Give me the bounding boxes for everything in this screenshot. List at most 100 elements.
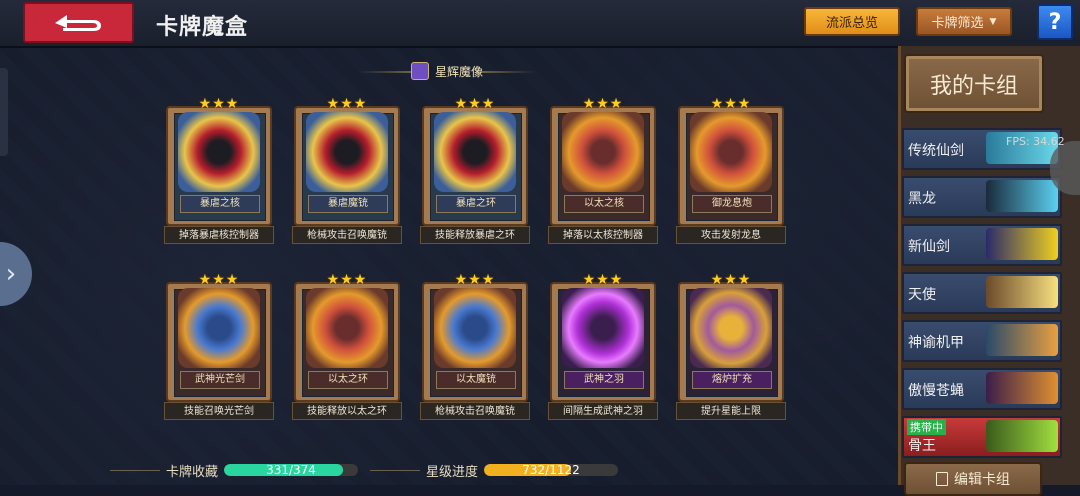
card-name: 暴虐之核 bbox=[180, 195, 260, 213]
card-description: 技能释放暴虐之环 bbox=[420, 226, 530, 244]
card-art bbox=[178, 288, 260, 368]
section-header: 星辉魔像 bbox=[358, 60, 530, 82]
card[interactable]: ★★★ 以太魔铳枪械攻击召唤魔铳 bbox=[420, 272, 530, 422]
left-edge-tab bbox=[0, 68, 8, 156]
star-rating: ★★★ bbox=[454, 96, 496, 112]
deck-item[interactable]: 携带中 骨王 bbox=[902, 416, 1062, 458]
overview-label: 流派总览 bbox=[825, 16, 878, 31]
help-button[interactable]: ? bbox=[1037, 4, 1073, 40]
card[interactable]: ★★★ 暴虐之核掉落暴虐核控制器 bbox=[164, 96, 274, 246]
deck-portrait bbox=[986, 228, 1058, 260]
star-rating: ★★★ bbox=[582, 96, 624, 112]
card-name: 以太魔铳 bbox=[436, 371, 516, 389]
deck-panel-title: 我的卡组 bbox=[904, 54, 1044, 113]
collection-label: 卡牌收藏 bbox=[166, 464, 219, 480]
deck-label: 传统仙剑 bbox=[908, 143, 964, 159]
edit-deck-label: 编辑卡组 bbox=[954, 472, 1010, 488]
deck-item[interactable]: 天使 bbox=[902, 272, 1062, 314]
card-description: 攻击发射龙息 bbox=[676, 226, 786, 244]
star-rating: ★★★ bbox=[326, 96, 368, 112]
card-art bbox=[306, 112, 388, 192]
deck-portrait bbox=[986, 276, 1058, 308]
section-title: 星辉魔像 bbox=[434, 64, 483, 79]
card[interactable]: ★★★ 武神之羽间隔生成武神之羽 bbox=[548, 272, 658, 422]
card-art bbox=[562, 288, 644, 368]
card-name: 暴虐魔铳 bbox=[308, 195, 388, 213]
edit-deck-button[interactable]: 编辑卡组 bbox=[904, 462, 1042, 496]
card-name: 御龙息炮 bbox=[692, 195, 772, 213]
star-rating: ★★★ bbox=[582, 272, 624, 288]
star-progress-value: 732/1122 bbox=[522, 464, 580, 476]
chevron-right-icon: › bbox=[5, 259, 17, 289]
star-rating: ★★★ bbox=[454, 272, 496, 288]
card-art bbox=[690, 288, 772, 368]
star-rating: ★★★ bbox=[198, 272, 240, 288]
card-name: 以太之核 bbox=[564, 195, 644, 213]
card-art bbox=[434, 112, 516, 192]
deck-portrait bbox=[986, 420, 1058, 452]
collection-value: 331/374 bbox=[266, 464, 316, 476]
card[interactable]: ★★★ 以太之环技能释放以太之环 bbox=[292, 272, 402, 422]
chevron-down-icon: ▼ bbox=[989, 16, 997, 27]
card[interactable]: ★★★ 武神光芒剑技能召唤光芒剑 bbox=[164, 272, 274, 422]
deck-portrait bbox=[986, 180, 1058, 212]
card-name: 暴虐之环 bbox=[436, 195, 516, 213]
back-button[interactable] bbox=[23, 2, 134, 43]
collection-stat: 卡牌收藏 331/374 bbox=[110, 463, 359, 480]
fps-counter: FPS: 34.62 bbox=[1006, 135, 1065, 148]
card[interactable]: ★★★ 以太之核掉落以太核控制器 bbox=[548, 96, 658, 246]
star-progress-stat: 星级进度 732/1122 bbox=[370, 463, 619, 480]
equipped-badge: 携带中 bbox=[907, 419, 946, 435]
deck-portrait bbox=[986, 324, 1058, 356]
deck-item[interactable]: 新仙剑 bbox=[902, 224, 1062, 266]
card-description: 技能释放以太之环 bbox=[292, 402, 402, 420]
top-bar: 卡牌魔盒 流派总览 卡牌筛选 ▼ ? bbox=[0, 0, 1080, 48]
deck-label: 黑龙 bbox=[908, 191, 936, 207]
card-art bbox=[434, 288, 516, 368]
deck-label: 天使 bbox=[908, 287, 936, 303]
card[interactable]: ★★★ 熔炉扩充提升星能上限 bbox=[676, 272, 786, 422]
edit-icon bbox=[936, 472, 948, 486]
divider-line bbox=[370, 469, 420, 471]
deck-label: 傲慢苍蝇 bbox=[908, 383, 964, 399]
card-name: 武神光芒剑 bbox=[180, 371, 260, 389]
golem-icon bbox=[410, 62, 429, 80]
card-art bbox=[178, 112, 260, 192]
card-description: 间隔生成武神之羽 bbox=[548, 402, 658, 420]
overview-button[interactable]: 流派总览 bbox=[804, 7, 900, 36]
star-rating: ★★★ bbox=[710, 96, 752, 112]
deck-label: 神谕机甲 bbox=[908, 335, 964, 351]
filter-dropdown[interactable]: 卡牌筛选 ▼ bbox=[916, 7, 1012, 36]
deck-item[interactable]: 黑龙 bbox=[902, 176, 1062, 218]
filter-label: 卡牌筛选 bbox=[931, 16, 984, 31]
deck-item[interactable]: 傲慢苍蝇 bbox=[902, 368, 1062, 410]
star-rating: ★★★ bbox=[198, 96, 240, 112]
question-icon: ? bbox=[1048, 9, 1062, 35]
star-rating: ★★★ bbox=[710, 272, 752, 288]
card-description: 掉落以太核控制器 bbox=[548, 226, 658, 244]
card-description: 掉落暴虐核控制器 bbox=[164, 226, 274, 244]
card-description: 技能召唤光芒剑 bbox=[164, 402, 274, 420]
card[interactable]: ★★★ 暴虐之环技能释放暴虐之环 bbox=[420, 96, 530, 246]
card-description: 枪械攻击召唤魔铳 bbox=[292, 226, 402, 244]
star-progress-label: 星级进度 bbox=[426, 464, 479, 480]
card-art bbox=[562, 112, 644, 192]
card-name: 武神之羽 bbox=[564, 371, 644, 389]
card-art bbox=[690, 112, 772, 192]
card[interactable]: ★★★ 御龙息炮攻击发射龙息 bbox=[676, 96, 786, 246]
card[interactable]: ★★★ 暴虐魔铳枪械攻击召唤魔铳 bbox=[292, 96, 402, 246]
deck-portrait bbox=[986, 372, 1058, 404]
card-art bbox=[306, 288, 388, 368]
star-progress-bar: 732/1122 bbox=[484, 464, 619, 476]
card-name: 熔炉扩充 bbox=[692, 371, 772, 389]
card-description: 枪械攻击召唤魔铳 bbox=[420, 402, 530, 420]
card-description: 提升星能上限 bbox=[676, 402, 786, 420]
card-name: 以太之环 bbox=[308, 371, 388, 389]
page-title: 卡牌魔盒 bbox=[156, 15, 249, 40]
deck-item[interactable]: 神谕机甲 bbox=[902, 320, 1062, 362]
star-rating: ★★★ bbox=[326, 272, 368, 288]
deck-label: 骨王 bbox=[908, 438, 936, 454]
deck-label: 新仙剑 bbox=[908, 239, 950, 255]
collection-progress-bar: 331/374 bbox=[224, 464, 359, 476]
divider-line bbox=[110, 469, 160, 471]
